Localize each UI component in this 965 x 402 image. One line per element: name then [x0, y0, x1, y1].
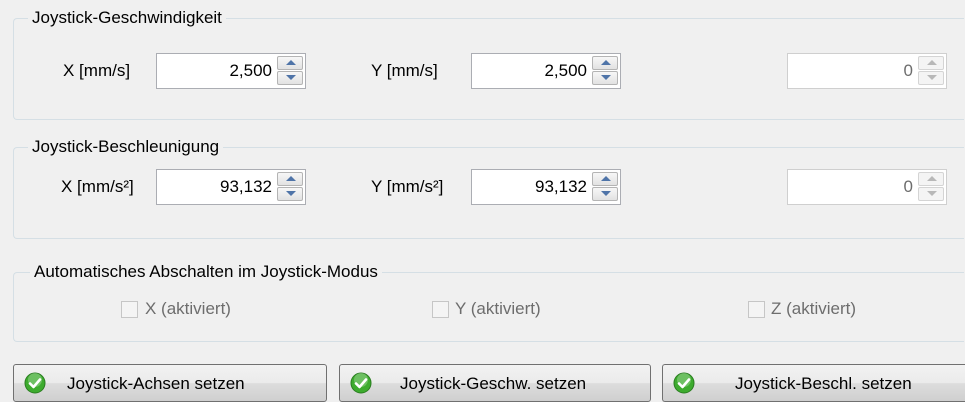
speed-z-increment-button [918, 56, 944, 70]
speed-y-spinbox[interactable]: 2,500 [471, 53, 621, 89]
speed-y-label: Y [mm/s] [371, 61, 438, 80]
arrow-up-icon [286, 176, 296, 181]
accel-x-label: X [mm/s²] [61, 177, 134, 196]
auto-off-z-label: Z (aktiviert) [771, 299, 856, 318]
accel-y-decrement-button[interactable] [592, 187, 618, 201]
auto-off-z-checkbox[interactable] [748, 301, 765, 318]
auto-off-x-label: X (aktiviert) [145, 299, 231, 318]
accel-x-decrement-button[interactable] [277, 187, 303, 201]
arrow-up-icon [286, 60, 296, 65]
set-axes-label: Joystick-Achsen setzen [67, 374, 245, 393]
set-accel-label: Joystick-Beschl. setzen [735, 374, 912, 393]
accel-z-increment-button [918, 172, 944, 186]
accel-y-increment-button[interactable] [592, 172, 618, 186]
accel-y-value[interactable]: 93,132 [535, 170, 587, 204]
accel-x-value[interactable]: 93,132 [220, 170, 272, 204]
checkmark-icon [350, 372, 372, 394]
accel-y-label: Y [mm/s²] [371, 177, 444, 196]
auto-off-group-title: Automatisches Abschalten im Joystick-Mod… [30, 261, 382, 283]
speed-y-decrement-button[interactable] [592, 71, 618, 85]
set-axes-button[interactable]: Joystick-Achsen setzen [13, 364, 327, 402]
arrow-down-icon [286, 75, 296, 80]
speed-z-decrement-button [918, 71, 944, 85]
arrow-up-icon [601, 60, 611, 65]
set-speed-button[interactable]: Joystick-Geschw. setzen [339, 364, 651, 402]
arrow-up-icon [601, 176, 611, 181]
speed-z-spinbox: 0 [787, 53, 947, 89]
arrow-up-icon [927, 176, 937, 181]
speed-y-value[interactable]: 2,500 [544, 54, 587, 88]
arrow-down-icon [601, 191, 611, 196]
speed-x-increment-button[interactable] [277, 56, 303, 70]
checkmark-icon [673, 372, 695, 394]
accel-group-title: Joystick-Beschleunigung [28, 136, 224, 158]
speed-x-decrement-button[interactable] [277, 71, 303, 85]
auto-off-y-checkbox[interactable] [432, 301, 449, 318]
accel-z-decrement-button [918, 187, 944, 201]
arrow-down-icon [286, 191, 296, 196]
set-speed-label: Joystick-Geschw. setzen [400, 374, 587, 393]
speed-y-increment-button[interactable] [592, 56, 618, 70]
accel-z-spinbox: 0 [787, 169, 947, 205]
arrow-down-icon [601, 75, 611, 80]
speed-x-value[interactable]: 2,500 [229, 54, 272, 88]
arrow-down-icon [927, 191, 937, 196]
auto-off-x-checkbox[interactable] [121, 301, 138, 318]
arrow-up-icon [927, 60, 937, 65]
accel-z-value: 0 [903, 177, 913, 196]
speed-x-label: X [mm/s] [63, 61, 131, 80]
accel-x-increment-button[interactable] [277, 172, 303, 186]
checkmark-icon [24, 372, 46, 394]
speed-z-value: 0 [903, 61, 913, 80]
accel-x-spinbox[interactable]: 93,132 [156, 169, 306, 205]
speed-group-title: Joystick-Geschwindigkeit [28, 7, 226, 29]
set-accel-button[interactable]: Joystick-Beschl. setzen [662, 364, 965, 402]
speed-x-spinbox[interactable]: 2,500 [156, 53, 306, 89]
auto-off-y-label: Y (aktiviert) [455, 299, 541, 318]
accel-y-spinbox[interactable]: 93,132 [471, 169, 621, 205]
arrow-down-icon [927, 75, 937, 80]
